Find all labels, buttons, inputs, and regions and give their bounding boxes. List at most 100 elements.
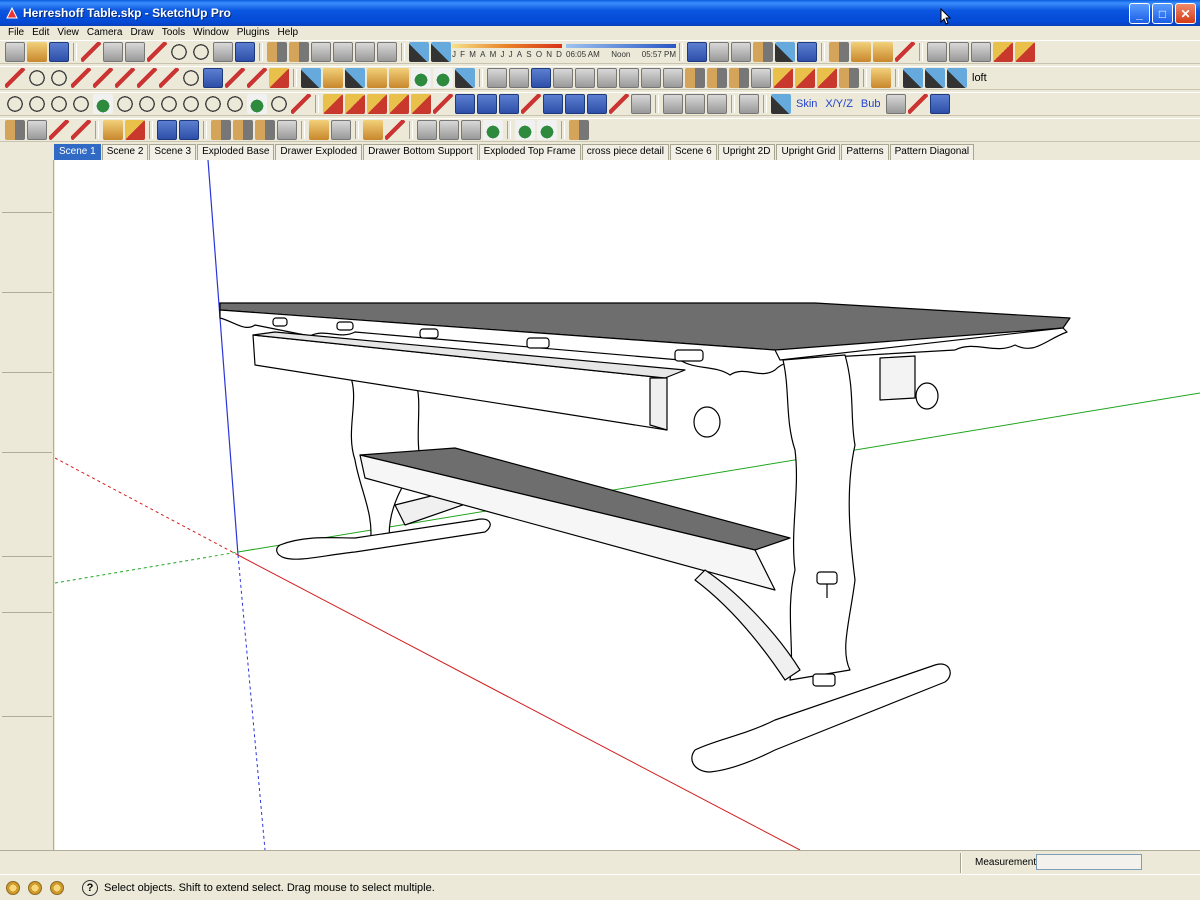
frame-icon[interactable] — [569, 120, 589, 140]
plugin-fl-icon[interactable] — [903, 68, 923, 88]
no-measure-icon[interactable] — [28, 644, 50, 664]
section-icon[interactable] — [949, 42, 969, 62]
hidden-line-icon[interactable] — [731, 42, 751, 62]
chair-plugin-icon[interactable] — [707, 68, 727, 88]
catmull-icon[interactable] — [71, 94, 91, 114]
hand-plugin-icon[interactable] — [631, 94, 651, 114]
plugin-c-icon[interactable] — [345, 68, 365, 88]
sandbox-icon[interactable] — [993, 42, 1013, 62]
joint3-plugin-icon[interactable] — [817, 68, 837, 88]
bend-plugin-icon[interactable] — [739, 94, 759, 114]
shaded-textures-icon[interactable] — [775, 42, 795, 62]
help-icon[interactable]: ? — [82, 879, 98, 896]
measure-icon[interactable] — [597, 68, 617, 88]
menu-help[interactable]: Help — [274, 27, 303, 38]
extrude2-plugin-icon[interactable] — [367, 94, 387, 114]
component-a-icon[interactable] — [5, 120, 25, 140]
tab-upright-2d[interactable]: Upright 2D — [717, 144, 776, 160]
flip-plugin-icon[interactable] — [433, 94, 453, 114]
offset-icon[interactable] — [203, 68, 223, 88]
fspline-icon[interactable] — [137, 94, 157, 114]
play-icon[interactable] — [885, 94, 906, 114]
tab-patterns[interactable]: Patterns — [841, 144, 889, 160]
undo-icon[interactable] — [169, 42, 189, 62]
axis-icon[interactable] — [553, 68, 573, 88]
shadow-date-slider[interactable]: J F M A M J J A S O N D 06:05 AM Noon 05… — [452, 43, 676, 61]
tab-scene-3[interactable]: Scene 3 — [149, 144, 197, 160]
tree2-icon[interactable] — [537, 120, 557, 140]
sketchup-app-icon[interactable] — [5, 6, 19, 20]
back-view-icon[interactable] — [355, 42, 375, 62]
rotate-tool-icon[interactable] — [309, 120, 329, 140]
plugin-fh-icon[interactable] — [925, 68, 945, 88]
rectangle-tool-icon[interactable] — [2, 220, 24, 240]
grid-a-icon[interactable] — [417, 120, 437, 140]
tab-drawer-exploded[interactable]: Drawer Exploded — [275, 144, 363, 160]
front-view-icon[interactable] — [311, 42, 331, 62]
plugin-ms-icon[interactable] — [1015, 42, 1035, 62]
joint-plugin-icon[interactable] — [773, 68, 793, 88]
google-earth-icon[interactable] — [2, 588, 24, 608]
select-icon[interactable] — [2, 164, 24, 184]
make-component-icon[interactable] — [28, 164, 50, 184]
shaded-icon[interactable] — [753, 42, 773, 62]
polygon-tool-icon[interactable] — [2, 268, 24, 288]
text-icon[interactable] — [28, 404, 50, 424]
door-plugin-icon[interactable] — [663, 94, 683, 114]
wave-plugin-icon[interactable] — [839, 68, 859, 88]
paint-icon[interactable] — [269, 68, 289, 88]
joint2-plugin-icon[interactable] — [795, 68, 815, 88]
rectangle-icon[interactable] — [27, 68, 47, 88]
freehand-icon[interactable] — [28, 268, 50, 288]
protractor-icon[interactable] — [2, 404, 24, 424]
arc-icon[interactable] — [137, 68, 157, 88]
polygon-icon[interactable] — [247, 68, 267, 88]
sector-icon[interactable] — [181, 68, 201, 88]
print-icon[interactable] — [213, 42, 233, 62]
tab-drawer-bottom-support[interactable]: Drawer Bottom Support — [363, 144, 478, 160]
arc-tool-icon[interactable] — [28, 244, 50, 264]
zoom-window-icon[interactable] — [28, 484, 50, 504]
rotate-icon[interactable] — [2, 324, 24, 344]
redo-icon[interactable] — [191, 42, 211, 62]
bezier-icon[interactable] — [5, 94, 25, 114]
grid-d-icon[interactable] — [483, 120, 503, 140]
subtract-icon[interactable] — [28, 724, 50, 744]
plugin-g-icon[interactable] — [433, 68, 453, 88]
move-up-plugin-icon[interactable] — [499, 94, 519, 114]
tree-icon[interactable] — [515, 120, 535, 140]
components-icon[interactable] — [851, 42, 871, 62]
tenon-icon[interactable] — [255, 120, 275, 140]
fold-plugin-icon[interactable] — [729, 68, 749, 88]
photo-match-icon[interactable] — [971, 42, 991, 62]
cone-icon[interactable] — [103, 120, 123, 140]
curve-extend-icon[interactable] — [181, 94, 201, 114]
3d-text-icon[interactable] — [28, 428, 50, 448]
minimize-button[interactable]: _ — [1129, 3, 1150, 24]
previous-view-icon[interactable] — [2, 508, 24, 528]
xray-icon[interactable] — [687, 42, 707, 62]
get-models-icon[interactable] — [2, 620, 24, 640]
credits-icon[interactable] — [28, 880, 42, 895]
plugin-b-icon[interactable] — [323, 68, 343, 88]
open-icon[interactable] — [27, 42, 47, 62]
cut-icon[interactable] — [81, 42, 101, 62]
arc-plugin-icon[interactable] — [93, 94, 113, 114]
tab-upright-grid[interactable]: Upright Grid — [776, 144, 841, 160]
tab-scene-6[interactable]: Scene 6 — [669, 144, 717, 160]
move-icon[interactable] — [2, 300, 24, 320]
menu-draw[interactable]: Draw — [126, 27, 157, 38]
top-view-icon[interactable] — [289, 42, 309, 62]
measure-plugin-icon[interactable] — [2, 644, 24, 664]
share-model-icon[interactable] — [28, 620, 50, 640]
undo-plugin-icon[interactable] — [587, 94, 607, 114]
iso-view-icon[interactable] — [267, 42, 287, 62]
wireframe-icon[interactable] — [709, 42, 729, 62]
menu-tools[interactable]: Tools — [158, 27, 189, 38]
geo-location-icon[interactable] — [6, 880, 20, 895]
move-down-plugin-icon[interactable] — [521, 94, 541, 114]
table-plugin-icon[interactable] — [663, 68, 683, 88]
hand-icon[interactable] — [927, 42, 947, 62]
position-camera-icon[interactable] — [2, 532, 24, 552]
rotate-plugin-icon[interactable] — [389, 94, 409, 114]
